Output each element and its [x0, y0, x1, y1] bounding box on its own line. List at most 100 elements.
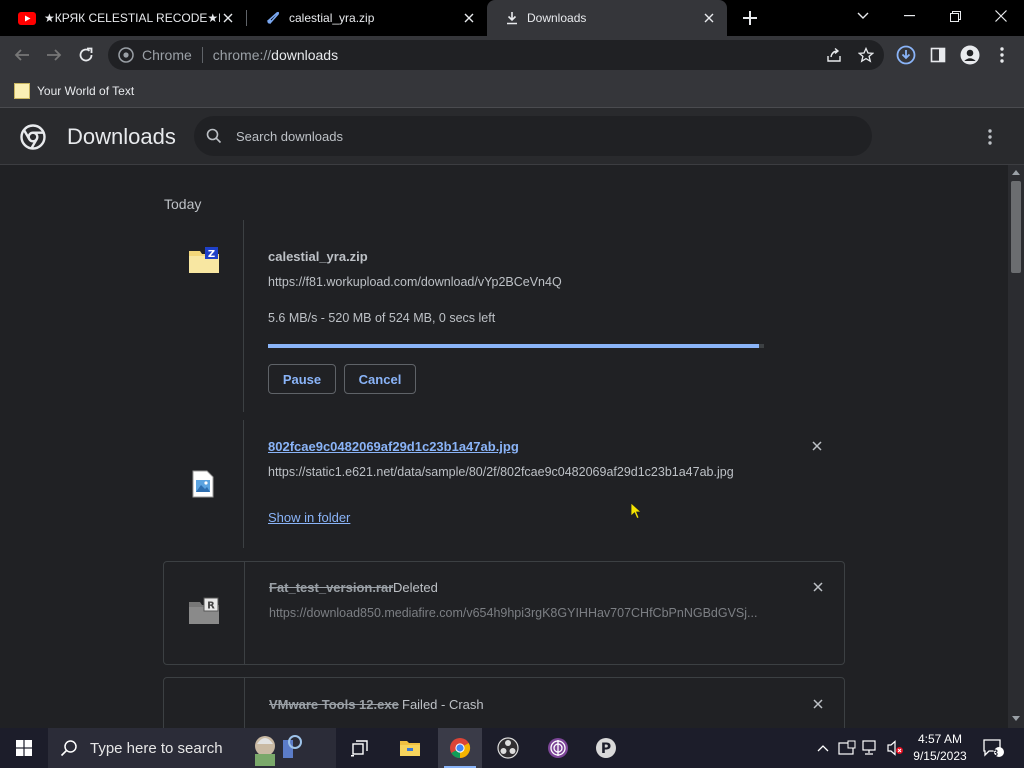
close-icon: [812, 441, 822, 451]
more-vertical-icon: [988, 129, 992, 145]
tray-app-icon: [838, 740, 856, 755]
side-panel-button[interactable]: [924, 41, 952, 69]
close-icon[interactable]: [461, 10, 477, 26]
forward-button[interactable]: [40, 41, 68, 69]
download-icon: [507, 12, 517, 25]
tab-downloads[interactable]: Downloads: [487, 0, 727, 36]
show-hidden-icons-button[interactable]: [812, 728, 834, 768]
obs-button[interactable]: [486, 728, 530, 768]
page-scrollbar[interactable]: [1008, 165, 1024, 728]
close-icon: [813, 582, 823, 592]
file-url: https://f81.workupload.com/download/vYp2…: [268, 275, 562, 289]
file-name-link[interactable]: 802fcae9c0482069af29d1c23b1a47ab.jpg: [268, 439, 519, 454]
pia-button[interactable]: P: [584, 728, 628, 768]
chrome-icon: [118, 47, 134, 63]
chevron-up-icon: [817, 745, 829, 752]
new-tab-button[interactable]: [738, 6, 762, 30]
section-date: Today: [164, 196, 202, 212]
search-input[interactable]: [234, 127, 798, 145]
file-name: Fat_test_version.rar: [269, 580, 394, 595]
scrollbar-thumb[interactable]: [1011, 181, 1021, 273]
network-button[interactable]: [860, 728, 882, 768]
tab-strip: ★КРЯК CELESTIAL RECODE★КРЯ calestial_yra…: [0, 0, 1024, 36]
volume-muted-icon: [887, 740, 903, 756]
file-url: https://static1.e621.net/data/sample/80/…: [268, 465, 734, 479]
downloads-header: Downloads: [0, 108, 1024, 165]
tab-youtube[interactable]: ★КРЯК CELESTIAL RECODE★КРЯ: [0, 0, 246, 36]
address-bar[interactable]: Chrome chrome://downloads: [108, 40, 884, 70]
page-title: Downloads: [67, 124, 176, 149]
zip-file-icon: Z: [189, 247, 219, 273]
bookmark-label: Your World of Text: [37, 83, 135, 98]
tray-app-button[interactable]: [836, 728, 858, 768]
status-badge: Failed - Crash: [402, 697, 484, 712]
windows-taskbar: Type here to search P 4:57 AM 9/15/2023 …: [0, 728, 1024, 768]
remove-item-button[interactable]: [808, 694, 828, 714]
system-clock[interactable]: 4:57 AM 9/15/2023: [906, 731, 974, 765]
image-file-icon: [192, 470, 214, 498]
arrow-left-icon: [14, 49, 29, 61]
chevron-down-icon: [857, 12, 869, 19]
close-icon[interactable]: [220, 10, 236, 26]
file-name: VMware Tools 12.exe: [269, 697, 399, 712]
windows-logo-icon: [16, 740, 32, 756]
world-of-text-icon: [14, 82, 30, 99]
tab-title: calestial_yra.zip: [289, 11, 375, 25]
pause-button[interactable]: Pause: [268, 364, 336, 394]
folder-icon: [400, 741, 420, 756]
svg-text:P: P: [601, 741, 611, 757]
downloads-list: Today Z calestial_yra.zip https://f81.wo…: [0, 165, 1008, 728]
remove-item-button[interactable]: [808, 577, 828, 597]
scroll-up-arrow-icon[interactable]: [1012, 170, 1020, 175]
download-item: R Fat_test_version.rar Deleted https://d…: [163, 561, 845, 665]
downloads-button[interactable]: [892, 41, 920, 69]
close-icon[interactable]: [701, 10, 717, 26]
tab-calestial-zip[interactable]: calestial_yra.zip: [247, 0, 487, 36]
bookmarks-bar: Your World of Text: [0, 74, 1024, 108]
task-view-icon: [351, 740, 368, 757]
search-icon: [60, 740, 77, 757]
notification-count: 3: [993, 748, 999, 758]
chrome-logo-icon: [20, 124, 46, 150]
taskbar-search-box[interactable]: Type here to search: [48, 728, 336, 768]
bookmark-your-world-of-text[interactable]: Your World of Text: [14, 82, 135, 99]
task-view-button[interactable]: [338, 728, 382, 768]
download-item: VMware Tools 12.exe Failed - Crash: [163, 677, 845, 728]
scroll-down-arrow-icon[interactable]: [1012, 716, 1020, 721]
close-icon: [995, 10, 1007, 22]
back-button[interactable]: [8, 41, 36, 69]
minimize-button[interactable]: [886, 0, 932, 32]
youtube-icon: [18, 11, 36, 25]
show-in-folder-link[interactable]: Show in folder: [268, 510, 350, 525]
share-icon[interactable]: [826, 47, 842, 63]
downloads-menu-button[interactable]: [978, 125, 1002, 149]
avatar-icon: [960, 45, 980, 65]
network-icon: [862, 740, 876, 755]
file-explorer-button[interactable]: [388, 728, 432, 768]
clock-date: 9/15/2023: [913, 749, 967, 763]
download-item: 802fcae9c0482069af29d1c23b1a47ab.jpg htt…: [163, 420, 845, 548]
start-button[interactable]: [0, 728, 48, 768]
svg-text:Z: Z: [208, 249, 215, 260]
tab-title: Downloads: [527, 11, 587, 25]
chrome-menu-button[interactable]: [988, 41, 1016, 69]
star-icon[interactable]: [858, 47, 874, 63]
notifications-button[interactable]: 3: [980, 728, 1006, 768]
profile-button[interactable]: [956, 41, 984, 69]
tor-browser-button[interactable]: [536, 728, 580, 768]
reload-button[interactable]: [72, 41, 100, 69]
omnibox-divider: [201, 47, 203, 63]
plus-icon: [743, 11, 757, 25]
close-window-button[interactable]: [978, 0, 1024, 32]
chrome-taskbar-button[interactable]: [438, 728, 482, 768]
search-icon: [206, 128, 222, 144]
cancel-button[interactable]: Cancel: [344, 364, 416, 394]
search-downloads-box[interactable]: [194, 116, 872, 156]
reload-icon: [79, 47, 93, 62]
restore-button[interactable]: [932, 0, 978, 32]
remove-item-button[interactable]: [807, 436, 827, 456]
volume-button[interactable]: [884, 728, 906, 768]
tab-search-button[interactable]: [840, 0, 886, 32]
site-label: Chrome: [142, 47, 192, 63]
search-highlight-icon: [254, 735, 302, 766]
